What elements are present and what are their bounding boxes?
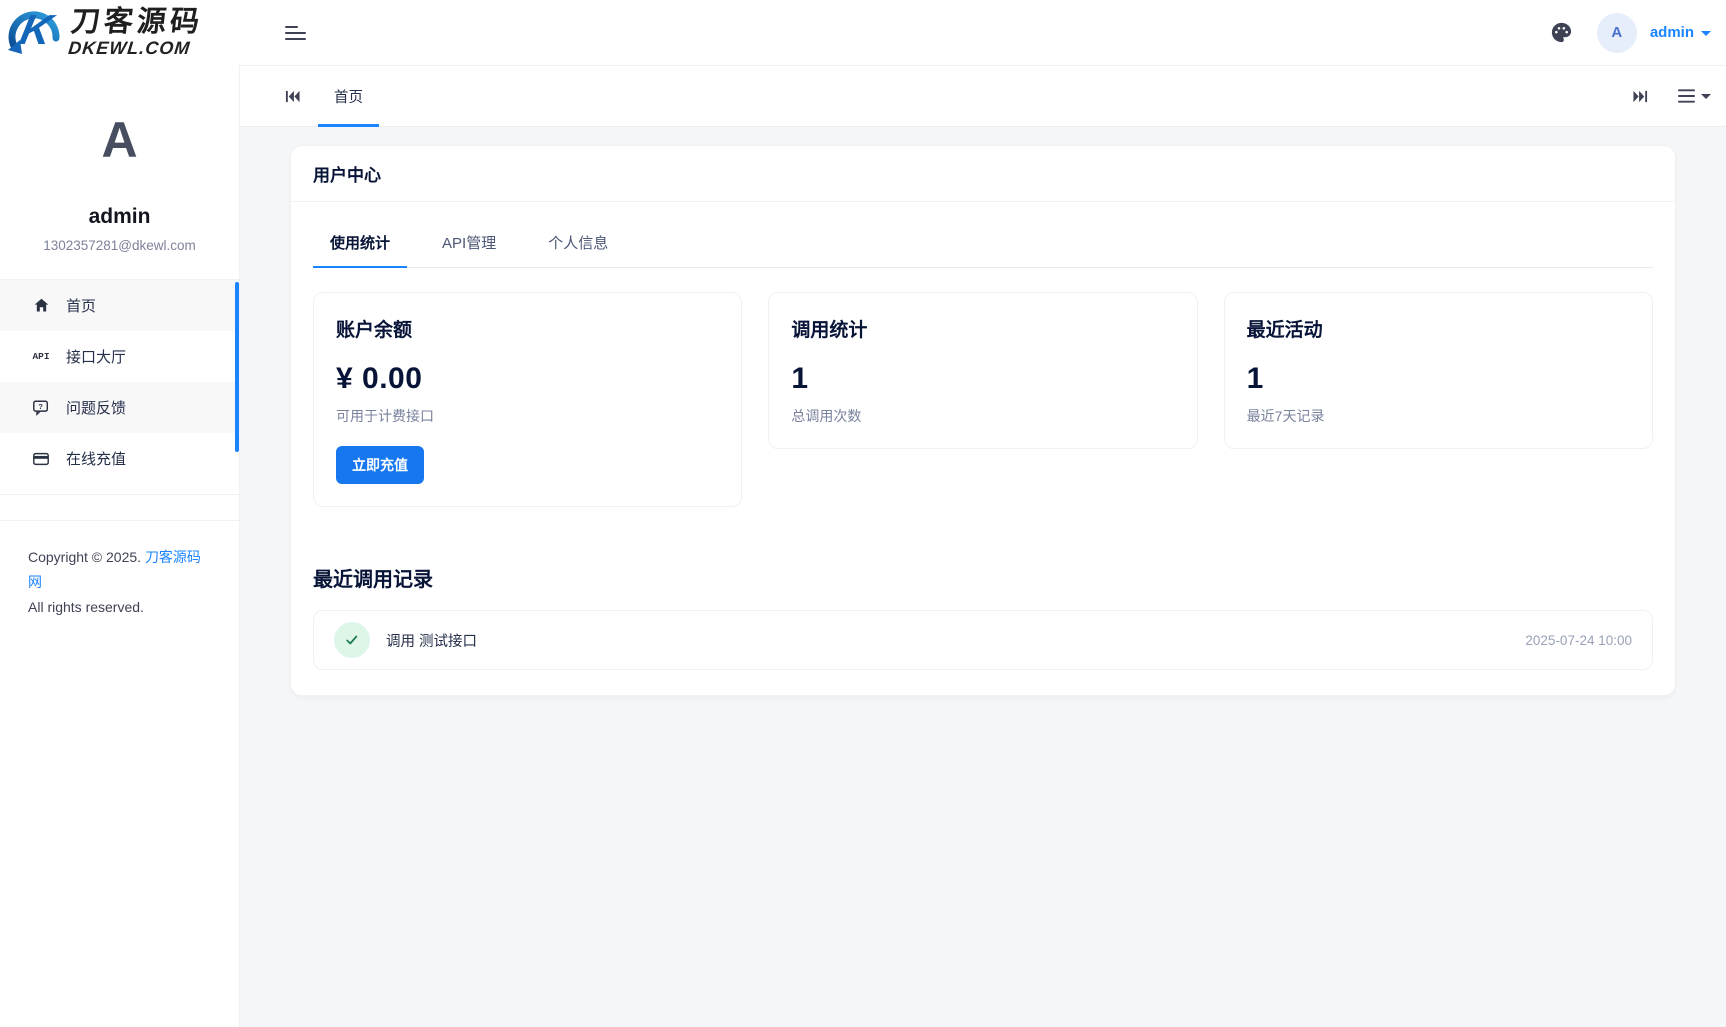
- stat-title: 最近活动: [1247, 315, 1630, 342]
- recharge-card-icon: [30, 450, 52, 468]
- sidebar-scrollbar-thumb[interactable]: [235, 282, 239, 452]
- tab-usage-stats[interactable]: 使用统计: [313, 232, 407, 267]
- top-header: K 刀客源码 DKEWL.COM A: [0, 0, 1726, 65]
- header-main: A admin: [240, 0, 1726, 65]
- api-icon: API: [30, 351, 52, 362]
- tab-home[interactable]: 首页: [318, 66, 379, 126]
- copyright-text: Copyright © 2025.: [28, 549, 145, 565]
- recent-calls-section: 最近调用记录 调用 测试接口 2025-07-24 10:: [313, 563, 1653, 670]
- app-root: K 刀客源码 DKEWL.COM A: [0, 0, 1726, 1027]
- profile-username: admin: [0, 205, 239, 229]
- caret-down-icon: [1701, 31, 1711, 36]
- stat-desc: 可用于计费接口: [336, 406, 719, 426]
- stat-desc: 最近7天记录: [1247, 406, 1630, 426]
- brand-name-cn: 刀客源码: [70, 8, 205, 37]
- stat-desc: 总调用次数: [791, 406, 1174, 426]
- sidebar-item-api-hall[interactable]: API 接口大厅: [0, 331, 239, 382]
- theme-palette-icon[interactable]: [1550, 21, 1573, 44]
- sidebar-item-label: 接口大厅: [66, 346, 126, 367]
- main-area: 首页: [240, 65, 1726, 1027]
- stat-value: 1: [791, 362, 1174, 396]
- sidebar-item-label: 问题反馈: [66, 397, 126, 418]
- stat-card-recent-activity: 最近活动 1 最近7天记录: [1224, 292, 1653, 449]
- record-text: 调用 测试接口: [386, 630, 477, 651]
- caret-down-icon: [1701, 94, 1711, 99]
- sidebar-item-label: 在线充值: [66, 448, 126, 469]
- sidebar-item-feedback[interactable]: ? 问题反馈: [0, 382, 239, 433]
- sidebar: A admin 1302357281@dkewl.com 首页 API 接口大厅: [0, 65, 240, 1027]
- rights-text: All rights reserved.: [28, 599, 144, 615]
- stat-value: 1: [1247, 362, 1630, 396]
- profile-avatar-letter: A: [0, 115, 239, 165]
- user-center-card: 用户中心 使用统计 API管理 个人信息 账户余额 ¥ 0.00 可用于计费接口: [290, 145, 1676, 696]
- recent-calls-title: 最近调用记录: [313, 563, 1653, 592]
- tab-profile-info[interactable]: 个人信息: [531, 232, 625, 267]
- brand-name-en: DKEWL.COM: [67, 39, 201, 57]
- profile-email: 1302357281@dkewl.com: [0, 238, 239, 253]
- user-avatar[interactable]: A: [1597, 13, 1637, 53]
- user-menu[interactable]: admin: [1650, 24, 1711, 41]
- list-item: 调用 测试接口 2025-07-24 10:00: [314, 611, 1652, 669]
- stat-card-calls: 调用统计 1 总调用次数: [768, 292, 1197, 449]
- stat-title: 账户余额: [336, 315, 719, 342]
- sidebar-divider: [0, 494, 239, 495]
- page-tab-bar: 首页: [240, 65, 1726, 127]
- record-timestamp: 2025-07-24 10:00: [1525, 633, 1632, 648]
- stat-card-balance: 账户余额 ¥ 0.00 可用于计费接口 立即充值: [313, 292, 742, 507]
- page-content: 用户中心 使用统计 API管理 个人信息 账户余额 ¥ 0.00 可用于计费接口: [240, 127, 1726, 1027]
- home-icon: [30, 297, 52, 314]
- sidebar-toggle-icon[interactable]: [285, 22, 311, 44]
- sidebar-profile: A admin 1302357281@dkewl.com: [0, 65, 239, 253]
- page-title: 用户中心: [291, 146, 1675, 202]
- brand-logo[interactable]: K 刀客源码 DKEWL.COM: [0, 0, 240, 65]
- sidebar-footer: Copyright © 2025. 刀客源码网 All rights reser…: [0, 521, 239, 621]
- stat-title: 调用统计: [791, 315, 1174, 342]
- sidebar-menu: 首页 API 接口大厅 ? 问题反馈: [0, 280, 239, 484]
- tabs-scroll-start-icon[interactable]: [285, 89, 300, 104]
- feedback-icon: ?: [30, 399, 52, 417]
- sidebar-item-home[interactable]: 首页: [0, 280, 239, 331]
- recent-calls-list: 调用 测试接口 2025-07-24 10:00: [313, 610, 1653, 670]
- stat-cards: 账户余额 ¥ 0.00 可用于计费接口 立即充值 调用统计 1 总调用次数: [313, 292, 1653, 507]
- tab-api-manage[interactable]: API管理: [425, 232, 513, 267]
- stat-value: ¥ 0.00: [336, 362, 719, 396]
- svg-text:?: ?: [38, 401, 43, 410]
- user-name: admin: [1650, 24, 1694, 41]
- tabs-scroll-end-icon[interactable]: [1633, 89, 1648, 104]
- sidebar-item-label: 首页: [66, 295, 96, 316]
- sidebar-item-recharge[interactable]: 在线充值: [0, 433, 239, 484]
- brand-k-icon: K: [4, 2, 66, 64]
- user-center-tabs: 使用统计 API管理 个人信息: [313, 232, 1653, 268]
- tabs-list-menu-icon[interactable]: [1678, 89, 1711, 103]
- success-check-icon: [334, 622, 370, 658]
- recharge-now-button[interactable]: 立即充值: [336, 446, 424, 484]
